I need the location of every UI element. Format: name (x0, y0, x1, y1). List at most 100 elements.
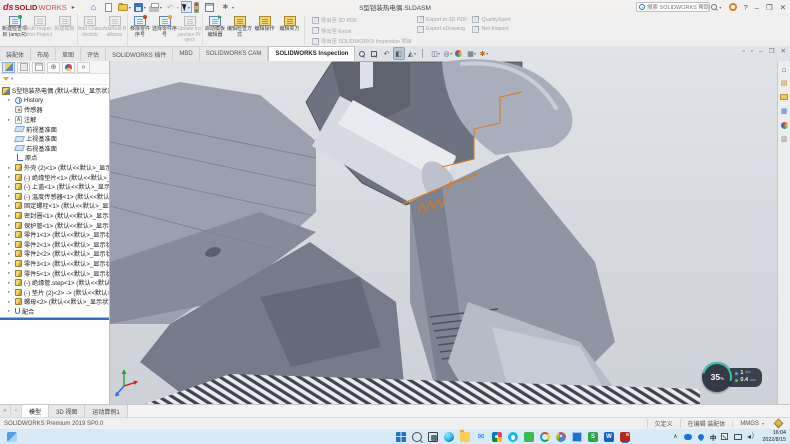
ribbon-button[interactable]: Add Characteristic (77, 14, 102, 46)
feature-tree-item[interactable]: ▸ 固定螺栓<1> (默认<<默认>_显示状 (0, 201, 109, 211)
panel-tab[interactable] (32, 62, 45, 73)
chevron-down-icon[interactable]: ▾ (719, 5, 721, 10)
units-dropdown[interactable]: MMGS ▾ (732, 421, 771, 427)
taskbar-icon[interactable] (587, 430, 599, 443)
feature-tree-item[interactable]: ▸ 螺母<2> (默认<<默认>_显示状态 (0, 297, 109, 307)
ribbon-button[interactable]: 选择零件序号 (152, 14, 177, 46)
tray-icon[interactable] (733, 431, 742, 442)
headsup-toolbar-button[interactable]: ▾ (454, 48, 464, 59)
feature-tree-item[interactable]: ▸ (-) 绝缘管.step<1> (默认<<默认>_ (0, 278, 109, 288)
feature-tree-item[interactable]: ▸ (-) 绝缘垫片<1> (默认<<默认>_显示状 (0, 172, 109, 182)
quick-access-button[interactable]: ▾ (204, 1, 218, 13)
graphics-viewport[interactable]: 35% 1 fps 0.4 sec (110, 46, 790, 404)
feature-tree-item[interactable]: ▸ 原点 (0, 153, 109, 163)
restore-button[interactable]: ❐ (766, 3, 773, 12)
feature-tree-item[interactable]: ▸ 配合 (0, 307, 109, 317)
quick-access-button[interactable]: ▾ (193, 1, 203, 13)
model-grooved-disc[interactable] (145, 374, 700, 404)
taskpane-tab[interactable] (779, 106, 790, 116)
taskpane-tab[interactable] (779, 78, 790, 88)
ribbon-button[interactable]: 编辑夹方 (277, 14, 302, 46)
chevron-down-icon[interactable]: ▾ (11, 76, 13, 82)
headsup-toolbar-button[interactable]: ▾ (466, 48, 476, 59)
expand-arrow-icon[interactable]: ▸ (8, 193, 13, 199)
feature-tree-item[interactable]: ▸ 密封圈<1> (默认<<默认>_显示状态 (0, 211, 109, 221)
chevron-down-icon[interactable]: ▾ (144, 5, 146, 10)
panel-tab[interactable] (62, 62, 75, 73)
expand-arrow-icon[interactable]: ▸ (8, 308, 13, 314)
feature-tree-item[interactable]: ▸ (-) 垫片 (2)<2> -> (默认<<默认>_显 (0, 287, 109, 297)
feature-tree-item[interactable]: ▸ 零件1<1> (默认<<默认>_显示状态 (0, 230, 109, 240)
help-button[interactable]: ? (744, 3, 748, 12)
feature-tree-root[interactable]: S型铠装热电偶 (默认<默认_显示状态-1> (0, 86, 109, 96)
tag-icon[interactable] (774, 419, 784, 429)
headsup-toolbar-button[interactable]: ▾ (418, 48, 428, 59)
ribbon-button[interactable]: Update Inspection Project (177, 14, 202, 46)
headsup-toolbar-button[interactable]: ▾ (430, 48, 440, 59)
quick-access-button[interactable]: ▾ (87, 1, 103, 13)
expand-arrow-icon[interactable]: ▸ (8, 289, 13, 295)
ribbon-button[interactable]: 新建模板 (52, 14, 77, 46)
taskbar-icon[interactable] (411, 430, 423, 443)
feature-tree-item[interactable]: ▸ 保护管<1> (默认<<默认>_显示状态 (0, 220, 109, 230)
taskbar-icon[interactable] (555, 430, 567, 443)
panel-tab[interactable] (77, 62, 90, 73)
document-tab[interactable]: 3D 视图 (49, 405, 85, 417)
tray-icon[interactable] (697, 431, 706, 442)
tray-icon[interactable] (746, 431, 755, 442)
feature-tree-item[interactable]: ▸ (-) 上盖<1> (默认<<默认>_显示状态 (0, 182, 109, 192)
ribbon-button[interactable]: 编辑操作 (252, 14, 277, 46)
expand-arrow-icon[interactable]: ▸ (8, 260, 13, 266)
chevron-down-icon[interactable]: ▾ (232, 5, 234, 10)
ribbon-button[interactable]: 新建检查项目 (amp;R) (2, 14, 27, 46)
search-scope-icon[interactable]: ? (639, 4, 645, 10)
document-window-control[interactable]: ❐ (769, 47, 775, 55)
tree-filter[interactable]: ▾ (0, 74, 109, 85)
headsup-toolbar-button[interactable]: ▾ (394, 48, 404, 59)
ribbon-button[interactable]: Edit Inspection Project (27, 14, 52, 46)
taskbar-icon[interactable] (475, 430, 487, 443)
taskbar-icon[interactable] (507, 430, 519, 443)
chevron-down-icon[interactable]: ▾ (177, 5, 179, 10)
taskpane-tab[interactable] (779, 120, 790, 130)
expand-arrow-icon[interactable]: ▸ (8, 251, 13, 257)
taskbar-icon[interactable] (443, 430, 455, 443)
commandmanager-tab[interactable]: 布局 (31, 46, 56, 61)
document-tab-nav[interactable]: ‹ (11, 405, 22, 417)
document-tab-nav[interactable]: « (0, 405, 11, 417)
rollback-bar[interactable] (0, 317, 109, 320)
quick-access-button[interactable]: ▾ (133, 1, 147, 13)
taskbar-icon[interactable] (619, 430, 631, 443)
feature-tree-item[interactable]: ▸ 零件5<1> (默认<<默认>_显示状态 (0, 268, 109, 278)
expand-arrow-icon[interactable]: ▸ (8, 184, 13, 190)
user-account-icon[interactable] (729, 3, 737, 11)
taskbar-icon[interactable] (603, 430, 615, 443)
commandmanager-tab[interactable]: SOLIDWORKS 插件 (106, 46, 173, 61)
headsup-toolbar-button[interactable]: ▾ (370, 48, 380, 59)
ribbon-button[interactable]: 启动模板编辑器 (202, 14, 227, 46)
chevron-down-icon[interactable]: ▾ (160, 5, 162, 10)
commandmanager-tab[interactable]: 装配体 (0, 46, 31, 61)
feature-tree-item[interactable]: ▸ 上视基准面 (0, 134, 109, 144)
taskbar-icon[interactable] (427, 430, 439, 443)
clock[interactable]: 16:04 2022/8/15 (759, 430, 786, 443)
feature-tree-item[interactable]: ▸ 传感器 (0, 105, 109, 115)
commandmanager-tab[interactable]: SOLIDWORKS CAM (200, 46, 269, 61)
commandmanager-tab[interactable]: 草图 (56, 46, 81, 61)
model-canvas[interactable] (110, 46, 790, 404)
taskbar-icon[interactable] (491, 430, 503, 443)
headsup-toolbar-button[interactable]: ▾ (406, 48, 416, 59)
quick-access-button[interactable]: ▾ (104, 1, 116, 13)
tray-icon[interactable] (720, 431, 729, 442)
taskbar-icon[interactable] (523, 430, 535, 443)
quick-access-button[interactable]: ▾ (164, 1, 180, 13)
expand-arrow-icon[interactable]: ▸ (8, 203, 13, 209)
document-window-control[interactable]: – (759, 48, 763, 55)
taskpane-tab[interactable] (779, 134, 790, 144)
headsup-toolbar-button[interactable]: ▾ (358, 48, 368, 59)
feature-tree-item[interactable]: ▸ 右视基准面 (0, 144, 109, 154)
commandmanager-tab[interactable]: SOLIDWORKS Inspection (268, 46, 355, 61)
expand-arrow-icon[interactable]: ▸ (8, 299, 13, 305)
commandmanager-tab[interactable]: 评估 (81, 46, 106, 61)
panel-tab[interactable] (2, 62, 15, 73)
